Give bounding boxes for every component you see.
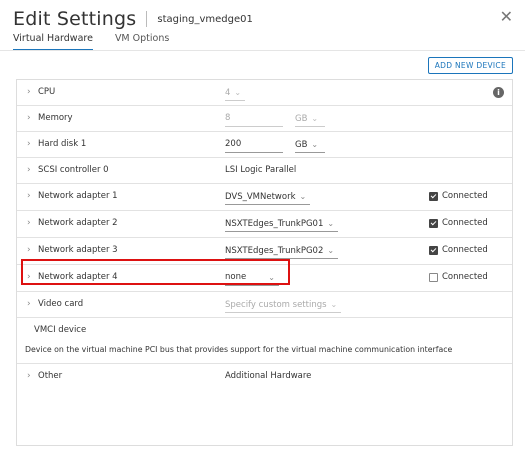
title-divider [146, 11, 148, 27]
chevron-down-icon: ⌄ [268, 273, 275, 282]
memory-input[interactable]: 8 [225, 111, 283, 127]
video-card-row: › Video card Specify custom settings ⌄ [17, 292, 512, 318]
hard-disk-label: Hard disk 1 [38, 139, 87, 149]
network-adapter-1-connected[interactable]: Connected [429, 184, 488, 209]
network-adapter-3-row: › Network adapter 3 NSXTEdges_TrunkPG02 ⌄… [17, 238, 512, 265]
chevron-down-icon: ⌄ [234, 88, 242, 97]
connected-label: Connected [442, 191, 488, 201]
cpu-select[interactable]: 4 ⌄ [225, 85, 246, 101]
network-adapter-3-value: NSXTEdges_TrunkPG02 [225, 246, 324, 256]
other-value: Additional Hardware [225, 371, 312, 381]
chevron-right-icon[interactable]: › [27, 211, 31, 236]
network-adapter-1-row: › Network adapter 1 DVS_VMNetwork ⌄ Conne… [17, 184, 512, 211]
network-adapter-4-value: none [225, 272, 247, 282]
video-card-label: Video card [38, 299, 84, 309]
tab-virtual-hardware[interactable]: Virtual Hardware [13, 33, 93, 51]
network-adapter-1-value: DVS_VMNetwork [225, 192, 296, 202]
video-card-select[interactable]: Specify custom settings ⌄ [225, 297, 342, 313]
chevron-down-icon: ⌄ [330, 300, 338, 309]
video-card-value: Specify custom settings [225, 300, 327, 310]
memory-unit: GB [295, 114, 308, 124]
hard-disk-unit: GB [295, 140, 308, 150]
checkbox-checked[interactable] [429, 219, 438, 228]
network-adapter-2-value: NSXTEdges_TrunkPG01 [225, 219, 324, 229]
scsi-value: LSI Logic Parallel [225, 165, 297, 175]
hard-disk-value: 200 [225, 139, 242, 149]
network-adapter-3-connected[interactable]: Connected [429, 238, 488, 263]
cpu-label: CPU [38, 87, 56, 97]
cpu-value: 4 [225, 88, 231, 98]
hard-disk-unit-select[interactable]: GB ⌄ [295, 137, 325, 153]
dialog-header: Edit Settings staging_vmedge01 [13, 6, 253, 32]
chevron-right-icon[interactable]: › [27, 106, 31, 131]
chevron-right-icon[interactable]: › [27, 80, 31, 105]
hard-disk-row: › Hard disk 1 200 GB ⌄ [17, 132, 512, 158]
dialog-title: Edit Settings [13, 8, 137, 30]
network-adapter-4-label: Network adapter 4 [38, 272, 118, 282]
tab-divider [0, 50, 525, 51]
chevron-right-icon[interactable]: › [27, 265, 31, 290]
chevron-down-icon: ⌄ [311, 114, 319, 123]
chevron-down-icon: ⌄ [311, 140, 319, 149]
vm-name: staging_vmedge01 [157, 13, 253, 25]
network-adapter-2-select[interactable]: NSXTEdges_TrunkPG01 ⌄ [225, 216, 339, 232]
vmci-device-row: VMCI device Device on the virtual machin… [17, 318, 512, 364]
connected-label: Connected [442, 218, 488, 228]
memory-label: Memory [38, 113, 73, 123]
cpu-row: › CPU 4 ⌄ i [17, 80, 512, 106]
chevron-right-icon[interactable]: › [27, 238, 31, 263]
network-adapter-3-label: Network adapter 3 [38, 245, 118, 255]
tab-bar: Virtual Hardware VM Options [13, 33, 169, 51]
chevron-down-icon: ⌄ [327, 246, 335, 255]
checkbox-unchecked[interactable] [429, 273, 438, 282]
connected-label: Connected [442, 272, 488, 282]
memory-unit-select[interactable]: GB ⌄ [295, 111, 325, 127]
network-adapter-3-select[interactable]: NSXTEdges_TrunkPG02 ⌄ [225, 243, 339, 259]
hard-disk-input[interactable]: 200 [225, 137, 283, 153]
other-label: Other [38, 371, 63, 381]
tab-vm-options[interactable]: VM Options [115, 33, 169, 51]
chevron-right-icon[interactable]: › [27, 158, 31, 183]
network-adapter-1-select[interactable]: DVS_VMNetwork ⌄ [225, 189, 311, 205]
chevron-right-icon[interactable]: › [27, 184, 31, 209]
chevron-right-icon[interactable]: › [27, 132, 31, 157]
info-icon[interactable]: i [493, 87, 504, 98]
chevron-down-icon: ⌄ [299, 192, 307, 201]
other-row: › Other Additional Hardware [17, 364, 512, 389]
chevron-right-icon[interactable]: › [27, 292, 31, 317]
checkbox-checked[interactable] [429, 192, 438, 201]
vmci-device-description: Device on the virtual machine PCI bus th… [25, 345, 453, 354]
network-adapter-2-row: › Network adapter 2 NSXTEdges_TrunkPG01 ⌄… [17, 211, 512, 238]
network-adapter-2-label: Network adapter 2 [38, 218, 118, 228]
memory-row: › Memory 8 GB ⌄ [17, 106, 512, 132]
add-new-device-button[interactable]: ADD NEW DEVICE [427, 57, 513, 74]
scsi-label: SCSI controller 0 [38, 165, 109, 175]
chevron-down-icon: ⌄ [327, 219, 335, 228]
scsi-row: › SCSI controller 0 LSI Logic Parallel [17, 158, 512, 184]
network-adapter-2-connected[interactable]: Connected [429, 211, 488, 236]
memory-value: 8 [225, 113, 231, 123]
close-icon[interactable]: ✕ [500, 9, 513, 25]
connected-label: Connected [442, 245, 488, 255]
network-adapter-4-select[interactable]: none ⌄ [225, 270, 279, 286]
network-adapter-4-row: › Network adapter 4 none ⌄ Connected [17, 265, 512, 292]
network-adapter-1-label: Network adapter 1 [38, 191, 118, 201]
checkbox-checked[interactable] [429, 246, 438, 255]
network-adapter-4-connected[interactable]: Connected [429, 265, 488, 290]
chevron-right-icon[interactable]: › [27, 364, 31, 389]
hardware-list: › CPU 4 ⌄ i › Memory 8 GB ⌄ › Hard disk 1 … [16, 79, 513, 446]
